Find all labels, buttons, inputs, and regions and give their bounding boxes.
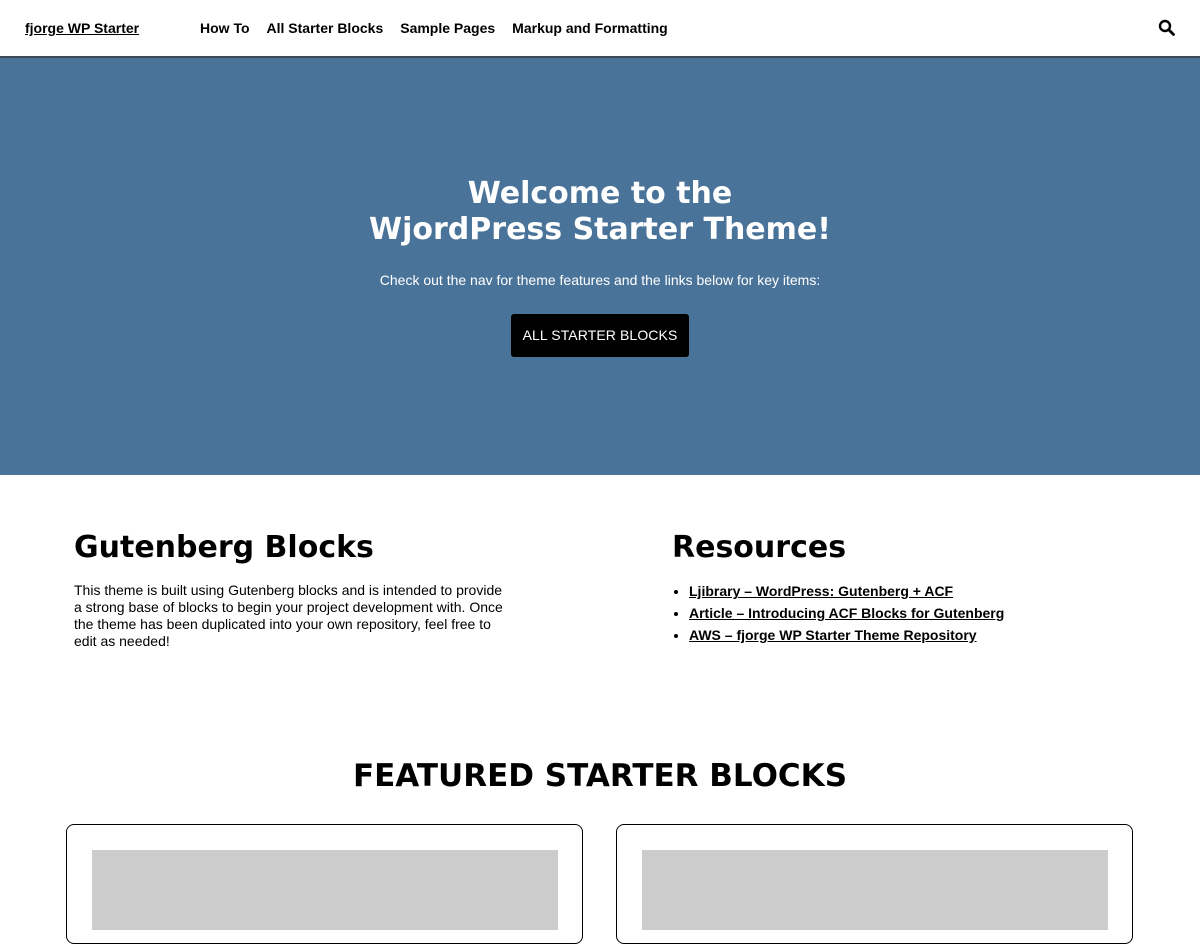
all-starter-blocks-button[interactable]: ALL STARTER BLOCKS [511, 314, 689, 357]
hero-subtitle: Check out the nav for theme features and… [379, 272, 821, 288]
featured-block-card[interactable] [66, 824, 583, 944]
card-image-placeholder [92, 850, 558, 930]
site-header: fjorge WP Starter How To All Starter Blo… [0, 0, 1200, 58]
hero-title: Welcome to the WjordPress Starter Theme! [0, 176, 1200, 248]
featured-block-card[interactable] [616, 824, 1133, 944]
hero-banner: Welcome to the WjordPress Starter Theme!… [0, 58, 1200, 475]
resource-list-item: Article – Introducing ACF Blocks for Gut… [689, 602, 1004, 624]
resource-link-aws[interactable]: AWS – fjorge WP Starter Theme Repository [689, 627, 977, 643]
search-icon[interactable] [1158, 19, 1176, 37]
resources-list: Ljibrary – WordPress: Gutenberg + ACF Ar… [689, 580, 1004, 646]
resources-heading: Resources [672, 530, 847, 565]
site-logo-link[interactable]: fjorge WP Starter [25, 20, 139, 36]
nav-item-markup-and-formatting[interactable]: Markup and Formatting [512, 20, 668, 36]
nav-item-all-starter-blocks[interactable]: All Starter Blocks [267, 20, 384, 36]
resource-list-item: AWS – fjorge WP Starter Theme Repository [689, 624, 1004, 646]
nav-item-how-to[interactable]: How To [200, 20, 250, 36]
resource-link-article[interactable]: Article – Introducing ACF Blocks for Gut… [689, 605, 1004, 621]
hero-title-line-1: Welcome to the [467, 176, 733, 211]
resource-list-item: Ljibrary – WordPress: Gutenberg + ACF [689, 580, 1004, 602]
card-image-placeholder [642, 850, 1108, 930]
featured-starter-blocks-heading: FEATURED STARTER BLOCKS [352, 758, 848, 794]
gutenberg-blocks-description: This theme is built using Gutenberg bloc… [74, 582, 503, 649]
main-nav: How To All Starter Blocks Sample Pages M… [200, 20, 668, 36]
nav-item-sample-pages[interactable]: Sample Pages [400, 20, 495, 36]
hero-title-line-2: WjordPress Starter Theme! [369, 212, 831, 247]
gutenberg-blocks-heading: Gutenberg Blocks [74, 530, 374, 565]
resource-link-library[interactable]: Ljibrary – WordPress: Gutenberg + ACF [689, 583, 953, 599]
